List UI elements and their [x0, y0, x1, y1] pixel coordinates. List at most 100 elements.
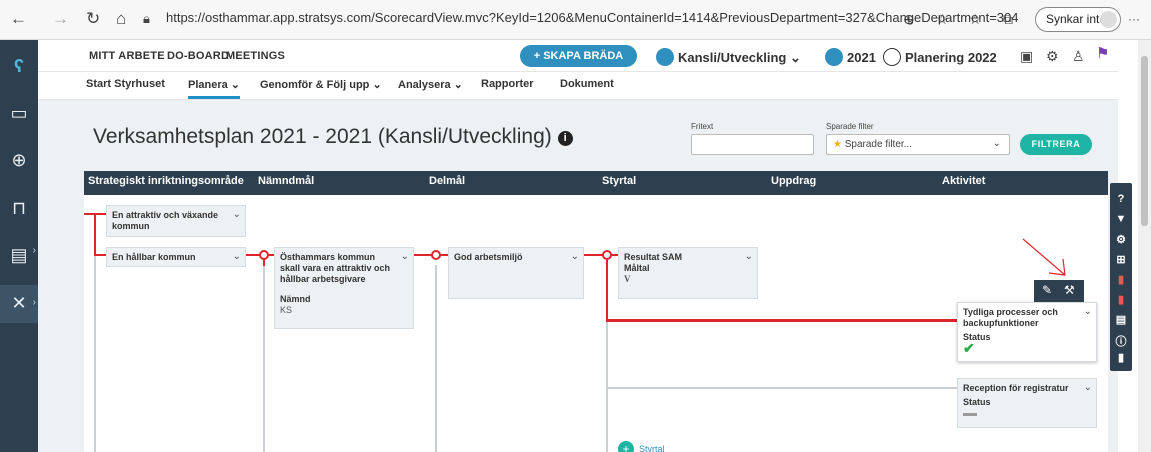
tab-planera-label: Planera	[188, 79, 228, 91]
card-title: Resultat SAM	[624, 252, 683, 262]
tab-analysera[interactable]: Analysera ⌄	[398, 78, 463, 91]
info-circle-icon[interactable]: ⓘ	[1110, 333, 1132, 349]
user-icon[interactable]: ♙	[1072, 46, 1085, 66]
help-icon[interactable]: ?	[1110, 193, 1132, 205]
check-circle-icon	[825, 48, 843, 66]
chevron-right-icon: ›	[32, 297, 36, 308]
fritext-input[interactable]	[691, 134, 814, 155]
circle-icon	[883, 48, 901, 66]
tree-line	[263, 265, 265, 452]
col-delmal: Delmål	[429, 175, 466, 187]
ppt-icon[interactable]: ▮	[1110, 293, 1132, 306]
saved-filter-select[interactable]: ★ Sparade filter... ⌄	[826, 134, 1010, 155]
col-namndmal: Nämndmål	[258, 175, 315, 187]
favorites-icon[interactable]: ☆	[969, 9, 982, 29]
document-icon[interactable]: ▤	[1110, 313, 1132, 326]
filter-icon[interactable]: ▼	[1110, 213, 1132, 225]
zoom-icon[interactable]: ⊕	[903, 9, 915, 29]
monitor-icon[interactable]: ▭	[0, 103, 38, 124]
chevron-down-icon[interactable]: ⌄	[1084, 306, 1092, 317]
sync-label: Synkar inte	[1046, 12, 1107, 26]
info-icon[interactable]: i	[557, 131, 573, 146]
chevron-down-icon[interactable]: ⌄	[1084, 382, 1092, 393]
tab-rapporter[interactable]: Rapporter	[481, 78, 534, 90]
sync-status-button[interactable]: Synkar inte	[1035, 7, 1121, 32]
tab-genomfor[interactable]: Genomför & Följ upp ⌄	[260, 78, 382, 91]
refresh-icon[interactable]: ↻	[86, 9, 100, 29]
tab-dokument[interactable]: Dokument	[560, 78, 614, 90]
tab-planera[interactable]: Planera ⌄	[188, 78, 241, 99]
path-line	[582, 254, 618, 256]
lock-open-icon[interactable]: ⊓	[0, 198, 38, 219]
filter-button[interactable]: FILTRERA	[1020, 134, 1092, 155]
hierarchy-icon[interactable]: ⊞	[1110, 253, 1132, 266]
tree-node	[259, 250, 269, 260]
tab-genomfor-label: Genomför & Följ upp	[260, 79, 370, 91]
card-aktivitet-reception[interactable]: Reception för registratur ⌄ Status	[957, 378, 1097, 428]
scrollbar[interactable]	[1138, 40, 1151, 452]
star-icon: ★	[833, 139, 842, 150]
year-selector[interactable]: 2021	[825, 48, 876, 66]
left-sidebar: ʕ ▭ ⊕ ⊓ ▤ › ✕ ›	[0, 40, 38, 452]
forward-icon[interactable]: →	[52, 9, 69, 29]
plan-label: Planering 2022	[905, 50, 997, 65]
nav-meetings[interactable]: MEETINGS	[226, 50, 285, 62]
fritext-label: Fritext	[691, 122, 714, 131]
export-icon[interactable]: ▮	[1110, 351, 1132, 364]
settings-icon[interactable]: ⚙	[1110, 233, 1132, 246]
wrench-icon[interactable]: ⚒	[1064, 283, 1075, 297]
nav-do-board[interactable]: DO-BOARD	[167, 50, 229, 62]
card-sub-label: Status	[963, 332, 991, 342]
status-neutral-icon	[963, 413, 977, 416]
right-toolbar: ? ▼ ⚙ ⊞ ▮ ▮ ▤ ⓘ ▮	[1110, 183, 1132, 371]
archive-icon[interactable]: ▣	[1020, 46, 1033, 66]
chevron-down-icon[interactable]: ⌄	[745, 251, 753, 262]
add-styrtal-button[interactable]: +	[618, 441, 634, 452]
card-aktivitet-processer[interactable]: Tydliga processer och backupfunktioner ⌄ S…	[957, 302, 1097, 362]
back-icon[interactable]: ←	[10, 9, 27, 29]
edit-icon[interactable]: ✎	[1042, 283, 1052, 297]
nav-mitt-arbete[interactable]: MITT ARBETE	[89, 50, 165, 62]
chevron-down-icon: ⌄	[992, 138, 1001, 149]
tab-start-styrhuset[interactable]: Start Styrhuset	[86, 78, 165, 90]
chevron-down-icon[interactable]: ⌄	[233, 209, 241, 220]
card-styrtal[interactable]: Resultat SAM ⌄ Måltal V	[618, 247, 758, 299]
tree-line	[94, 255, 96, 452]
stratsys-logo-icon[interactable]: ʕ	[0, 56, 38, 77]
chevron-down-icon[interactable]: ⌄	[401, 251, 409, 262]
card-area-hallbar[interactable]: En hållbar kommun ⌄	[106, 247, 246, 267]
department-label: Kansli/Utveckling	[678, 50, 787, 65]
create-board-button[interactable]: + SKAPA BRÄDA	[520, 45, 637, 67]
scrollbar-thumb[interactable]	[1141, 56, 1148, 226]
department-selector[interactable]: Kansli/Utveckling ⌄	[656, 48, 801, 66]
address-bar[interactable]: https://osthammar.app.stratsys.com/Score…	[166, 10, 1018, 25]
settings-icon[interactable]: ⚙	[1046, 46, 1059, 66]
collections-icon[interactable]: ⧉	[1003, 9, 1013, 29]
lock-icon: 🔒︎	[143, 11, 150, 26]
plan-selector[interactable]: Planering 2022	[883, 48, 997, 66]
chevron-down-icon[interactable]: ⌄	[233, 251, 241, 262]
path-line	[606, 254, 608, 320]
path-line	[606, 319, 957, 322]
card-namndmal[interactable]: Östhammars kommun skall vara en attrakti…	[274, 247, 414, 329]
card-title: En hållbar kommun	[112, 252, 196, 262]
clipboard-icon[interactable]: ▤ ›	[0, 245, 38, 266]
read-aloud-icon[interactable]: ☆	[936, 9, 949, 29]
tree-node	[602, 250, 612, 260]
pdf-icon[interactable]: ▮	[1110, 273, 1132, 286]
chevron-down-icon[interactable]: ⌄	[571, 251, 579, 262]
home-icon[interactable]: ⌂	[116, 9, 126, 29]
card-title: En attraktiv och växande kommun	[112, 210, 219, 231]
more-menu-icon[interactable]: ···	[1128, 9, 1140, 29]
card-sub-value: KS	[280, 305, 293, 315]
card-area-attraktiv[interactable]: En attraktiv och växande kommun ⌄	[106, 205, 246, 237]
card-delmal[interactable]: God arbetsmiljö ⌄	[448, 247, 584, 299]
saved-filter-label: Sparade filter	[826, 122, 874, 131]
globe-icon[interactable]: ⊕	[0, 150, 38, 171]
path-line	[94, 254, 106, 256]
card-title: Tydliga processer och backupfunktioner	[963, 307, 1058, 328]
announcement-icon[interactable]: ⚑	[1096, 44, 1109, 64]
strategy-icon[interactable]: ✕ ›	[0, 285, 38, 323]
add-styrtal-label[interactable]: Styrtal	[639, 444, 665, 452]
year-label: 2021	[847, 50, 876, 65]
